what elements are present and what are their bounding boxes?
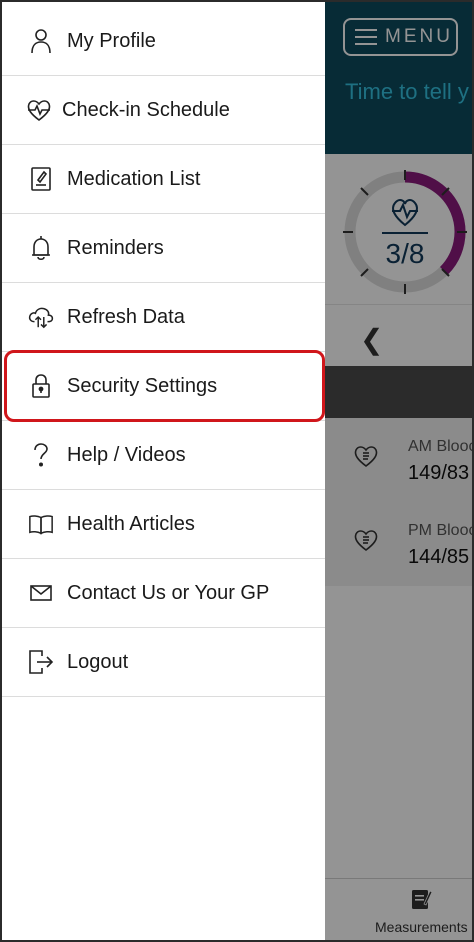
drawer-item-label: Reminders [67,236,164,259]
drawer-item-my-profile[interactable]: My Profile [2,7,325,76]
drawer-item-logout[interactable]: Logout [2,628,325,697]
drawer-item-contact-us[interactable]: Contact Us or Your GP [2,559,325,628]
drawer-item-help-videos[interactable]: Help / Videos [2,421,325,490]
drawer-item-label: Medication List [67,167,201,190]
drawer-item-label: Help / Videos [67,443,186,466]
medication-list-icon [28,166,54,192]
drawer-item-health-articles[interactable]: Health Articles [2,490,325,559]
question-icon [28,442,54,468]
navigation-drawer: My Profile Check-in Schedule Medication … [2,2,325,940]
drawer-item-label: Check-in Schedule [62,98,230,121]
envelope-icon [28,580,54,606]
drawer-item-label: Health Articles [67,512,195,535]
drawer-item-reminders[interactable]: Reminders [2,214,325,283]
drawer-item-label: Contact Us or Your GP [67,581,270,604]
drawer-item-label: Logout [67,650,129,673]
drawer-item-label: My Profile [67,29,156,52]
book-icon [28,511,54,537]
logout-icon [28,649,54,675]
drawer-item-label: Refresh Data [67,305,185,328]
bell-icon [28,235,54,261]
cloud-refresh-icon [28,304,54,330]
heartbeat-icon [26,97,52,123]
person-icon [28,28,54,54]
drawer-item-medication-list[interactable]: Medication List [2,145,325,214]
highlight-outline [4,350,325,422]
screen-frame: MENU Time to tell y doing [0,0,474,942]
drawer-item-refresh-data[interactable]: Refresh Data [2,283,325,352]
drawer-item-check-in-schedule[interactable]: Check-in Schedule [2,76,325,145]
